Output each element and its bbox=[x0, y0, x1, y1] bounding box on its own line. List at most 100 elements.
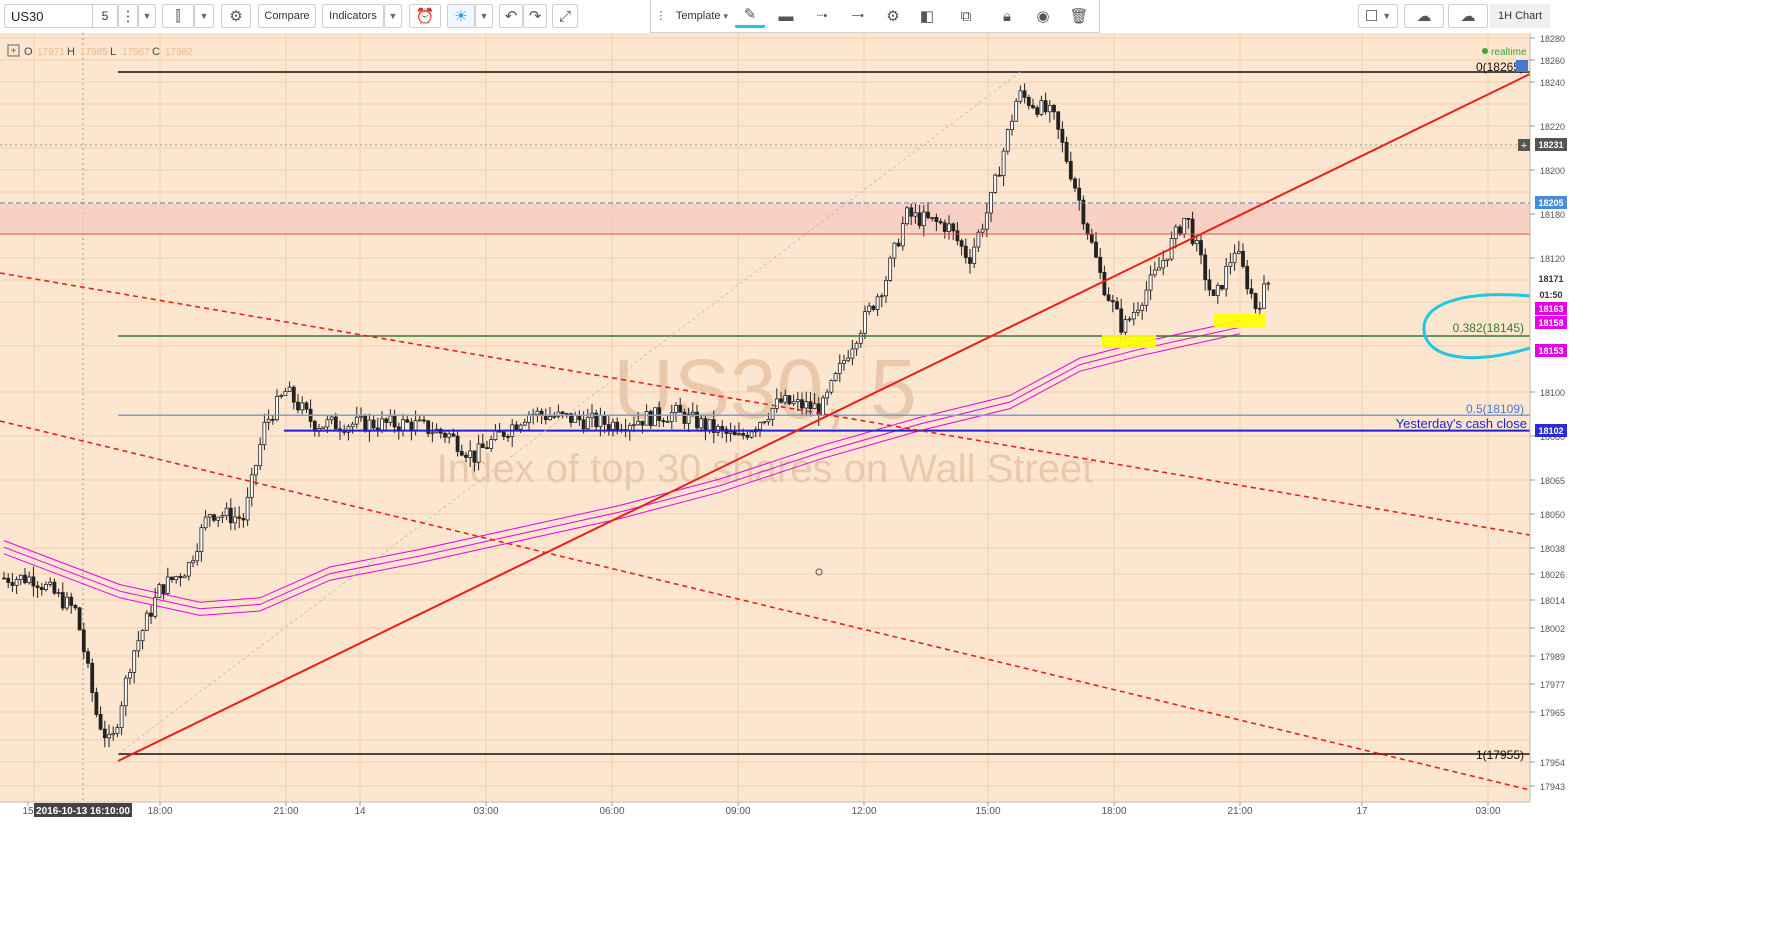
cloud-load-button[interactable]: ☁ bbox=[1404, 4, 1444, 28]
undo-icon: ↶ bbox=[504, 7, 518, 25]
clone-button[interactable]: ⧉ bbox=[949, 4, 983, 28]
price-tick-label: 18200 bbox=[1540, 166, 1565, 176]
candle-body bbox=[1262, 283, 1266, 309]
gear-icon: ⚙ bbox=[229, 7, 243, 25]
bring-front-button[interactable]: ◧ bbox=[911, 4, 943, 28]
settings-button[interactable]: ⚙ bbox=[221, 4, 251, 28]
candle-body bbox=[241, 518, 246, 521]
candle-body bbox=[993, 174, 998, 193]
candle-body bbox=[1043, 100, 1048, 113]
chart-name-button[interactable]: 1H Chart bbox=[1490, 4, 1550, 28]
candle-body bbox=[363, 415, 368, 432]
candle-body bbox=[443, 432, 447, 438]
top-toolbar: US30 5 ⋮ ▼ ⫿ ▼ ⚙ Compare Indicators ▼ ⏰ … bbox=[0, 0, 1777, 34]
price-tick-label: 18120 bbox=[1540, 254, 1565, 264]
candle-body bbox=[245, 496, 250, 521]
candle-body bbox=[291, 386, 296, 403]
candle-body bbox=[195, 551, 200, 562]
fib-05-label: 0.5(18109) bbox=[1466, 402, 1524, 416]
hint-button[interactable]: ☀ bbox=[447, 4, 475, 28]
candle-body bbox=[409, 421, 414, 431]
candle-body bbox=[934, 216, 939, 222]
candle-body bbox=[758, 422, 762, 430]
candle-body bbox=[203, 516, 208, 529]
time-tick-label: 14 bbox=[354, 806, 366, 817]
candle-body bbox=[224, 507, 229, 516]
price-tick-label: 18180 bbox=[1540, 210, 1565, 220]
interval-button[interactable]: 5 bbox=[92, 4, 118, 28]
candle-body bbox=[984, 212, 989, 230]
candle-body bbox=[1089, 234, 1094, 243]
price-badge-label: 18102 bbox=[1538, 426, 1563, 436]
cloud-save-button[interactable]: ☁ bbox=[1448, 4, 1488, 28]
hint-dropdown[interactable]: ▼ bbox=[475, 4, 493, 28]
cloud-upload-icon: ☁ bbox=[1460, 7, 1476, 25]
line-end-button[interactable]: ─• bbox=[841, 4, 875, 28]
lock-button[interactable]: 🔒︎ bbox=[993, 4, 1021, 28]
price-axis[interactable]: 18280 18260 18240 18220 18200 18180 18120 18100… bbox=[1516, 33, 1777, 802]
indicators-button[interactable]: Indicators bbox=[322, 4, 384, 28]
template-label: Template bbox=[675, 10, 721, 22]
candle-body bbox=[1232, 252, 1237, 264]
delete-button[interactable]: 🗑︎ bbox=[1065, 4, 1093, 28]
candle-body bbox=[422, 419, 426, 422]
candle-body bbox=[791, 401, 796, 405]
candle-body bbox=[598, 414, 603, 428]
template-button[interactable]: Template ▾ bbox=[671, 4, 733, 28]
compare-button[interactable]: Compare bbox=[258, 4, 316, 28]
candle-body bbox=[123, 677, 128, 707]
candle-body bbox=[506, 436, 510, 438]
interval-dropdown-button[interactable]: ▼ bbox=[138, 4, 156, 28]
line-width-button[interactable]: ▬ bbox=[769, 4, 803, 28]
ohlc-o-value: 17971 bbox=[37, 47, 65, 58]
hide-button[interactable]: ◉ bbox=[1029, 4, 1057, 28]
candle-body bbox=[972, 246, 977, 264]
price-tick-label: 18100 bbox=[1540, 388, 1565, 398]
chart-style-dropdown[interactable]: ▼ bbox=[194, 4, 214, 28]
candle-body bbox=[522, 421, 527, 426]
chart-area[interactable]: US30, 5 Index of top 30 shares on Wall S… bbox=[0, 33, 1777, 926]
pencil-color-button[interactable]: ✎ bbox=[735, 4, 765, 28]
interval-menu-button[interactable]: ⋮ bbox=[118, 4, 138, 28]
alert-button[interactable]: ⏰ bbox=[409, 4, 441, 28]
eye-icon: ◉ bbox=[1036, 7, 1050, 25]
drag-handle[interactable]: ⋮ bbox=[655, 4, 667, 28]
candle-body bbox=[48, 581, 53, 585]
watermark-description: Index of top 30 shares on Wall Street bbox=[437, 447, 1094, 491]
save-layout-button[interactable]: ☐ ▼ bbox=[1358, 4, 1398, 28]
candle-body bbox=[170, 576, 174, 581]
candle-body bbox=[1001, 150, 1006, 177]
candle-body bbox=[417, 419, 422, 422]
candle-body bbox=[1182, 217, 1187, 235]
chart-name-label: 1H Chart bbox=[1497, 10, 1543, 22]
indicators-dropdown[interactable]: ▼ bbox=[384, 4, 402, 28]
candle-body bbox=[1249, 288, 1254, 294]
candle-body bbox=[913, 212, 918, 217]
candle-body bbox=[1224, 265, 1229, 290]
candle-body bbox=[86, 651, 90, 664]
candle-body bbox=[1031, 105, 1035, 109]
drawing-settings-button[interactable]: ⚙ bbox=[879, 4, 907, 28]
candle-body bbox=[23, 574, 27, 584]
candle-body bbox=[107, 734, 111, 739]
fullscreen-button[interactable]: ⤢ bbox=[552, 4, 578, 28]
undo-button[interactable]: ↶ bbox=[499, 4, 523, 28]
candle-body bbox=[585, 416, 590, 430]
fib-0382-label: 0.382(18145) bbox=[1453, 321, 1524, 335]
candle-body bbox=[632, 424, 636, 427]
line-style-button[interactable]: ┄• bbox=[805, 4, 839, 28]
candle-body bbox=[829, 380, 834, 393]
candle-body bbox=[157, 584, 162, 598]
redo-button[interactable]: ↷ bbox=[523, 4, 547, 28]
time-axis[interactable]: 15 18:00 21:00 14 03:00 06:00 09:00 12:00 15:00 1… bbox=[0, 801, 1777, 926]
candle-body bbox=[468, 450, 473, 458]
price-chart[interactable]: US30, 5 Index of top 30 shares on Wall S… bbox=[0, 33, 1777, 926]
candle-body bbox=[615, 421, 620, 431]
price-tick-label: 18050 bbox=[1540, 510, 1565, 520]
candle-body bbox=[430, 432, 435, 435]
candle-body bbox=[1047, 104, 1052, 113]
price-badge-label: 18205 bbox=[1538, 198, 1563, 208]
alarm-clock-icon: ⏰ bbox=[415, 7, 435, 25]
price-tick-label: 17989 bbox=[1540, 652, 1565, 662]
chart-style-button[interactable]: ⫿ bbox=[162, 4, 194, 28]
